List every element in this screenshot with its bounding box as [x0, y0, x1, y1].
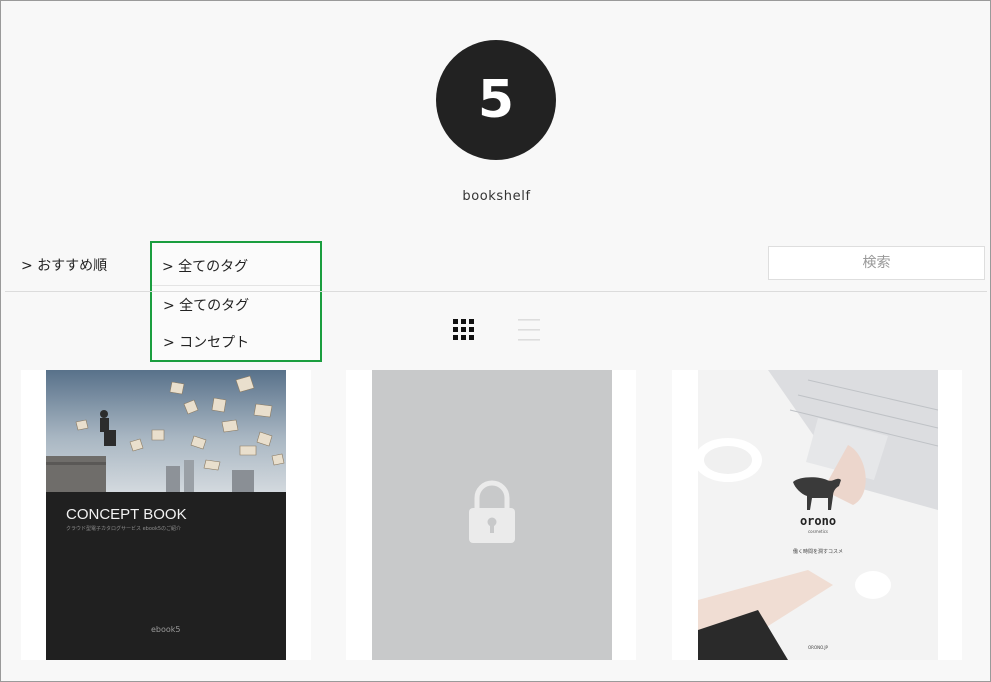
- site-logo[interactable]: 5: [436, 40, 556, 160]
- book-footer: ORONO.JP: [808, 645, 829, 650]
- book-card[interactable]: orono cosmetics 働く時間を潤すコスメ ORONO.JP: [672, 370, 962, 660]
- book-subtitle: cosmetics: [808, 529, 828, 534]
- lock-icon: [469, 480, 515, 543]
- site-name: bookshelf: [462, 189, 531, 204]
- tag-option-all[interactable]: > 全てのタグ: [163, 295, 249, 315]
- book-card[interactable]: [346, 370, 636, 660]
- tag-dropdown-selected[interactable]: > 全てのタグ: [162, 256, 248, 276]
- book-cover[interactable]: orono cosmetics 働く時間を潤すコスメ ORONO.JP: [698, 370, 938, 660]
- grid-icon: [453, 319, 474, 340]
- sort-select[interactable]: > おすすめ順: [21, 255, 107, 275]
- search-input[interactable]: [768, 246, 985, 280]
- book-title: orono: [800, 514, 836, 528]
- book-brand: ebook5: [151, 625, 181, 634]
- dropdown-divider: [152, 285, 320, 286]
- book-tagline: 働く時間を潤すコスメ: [793, 548, 843, 555]
- list-icon: [518, 319, 540, 341]
- book-cover[interactable]: CONCEPT BOOK クラウド型電子カタログサービス ebook5のご紹介 …: [46, 370, 286, 660]
- list-view-toggle[interactable]: [518, 319, 540, 341]
- grid-view-toggle[interactable]: [453, 319, 474, 340]
- locked-cover[interactable]: [372, 370, 612, 660]
- book-card[interactable]: CONCEPT BOOK クラウド型電子カタログサービス ebook5のご紹介 …: [21, 370, 311, 660]
- tag-option-concept[interactable]: > コンセプト: [163, 332, 249, 352]
- logo-text: 5: [477, 70, 515, 130]
- book-subtitle: クラウド型電子カタログサービス ebook5のご紹介: [66, 525, 181, 532]
- tag-dropdown[interactable]: > 全てのタグ > 全てのタグ > コンセプト: [150, 241, 322, 362]
- filter-divider: [5, 291, 987, 292]
- book-title: CONCEPT BOOK: [66, 506, 187, 523]
